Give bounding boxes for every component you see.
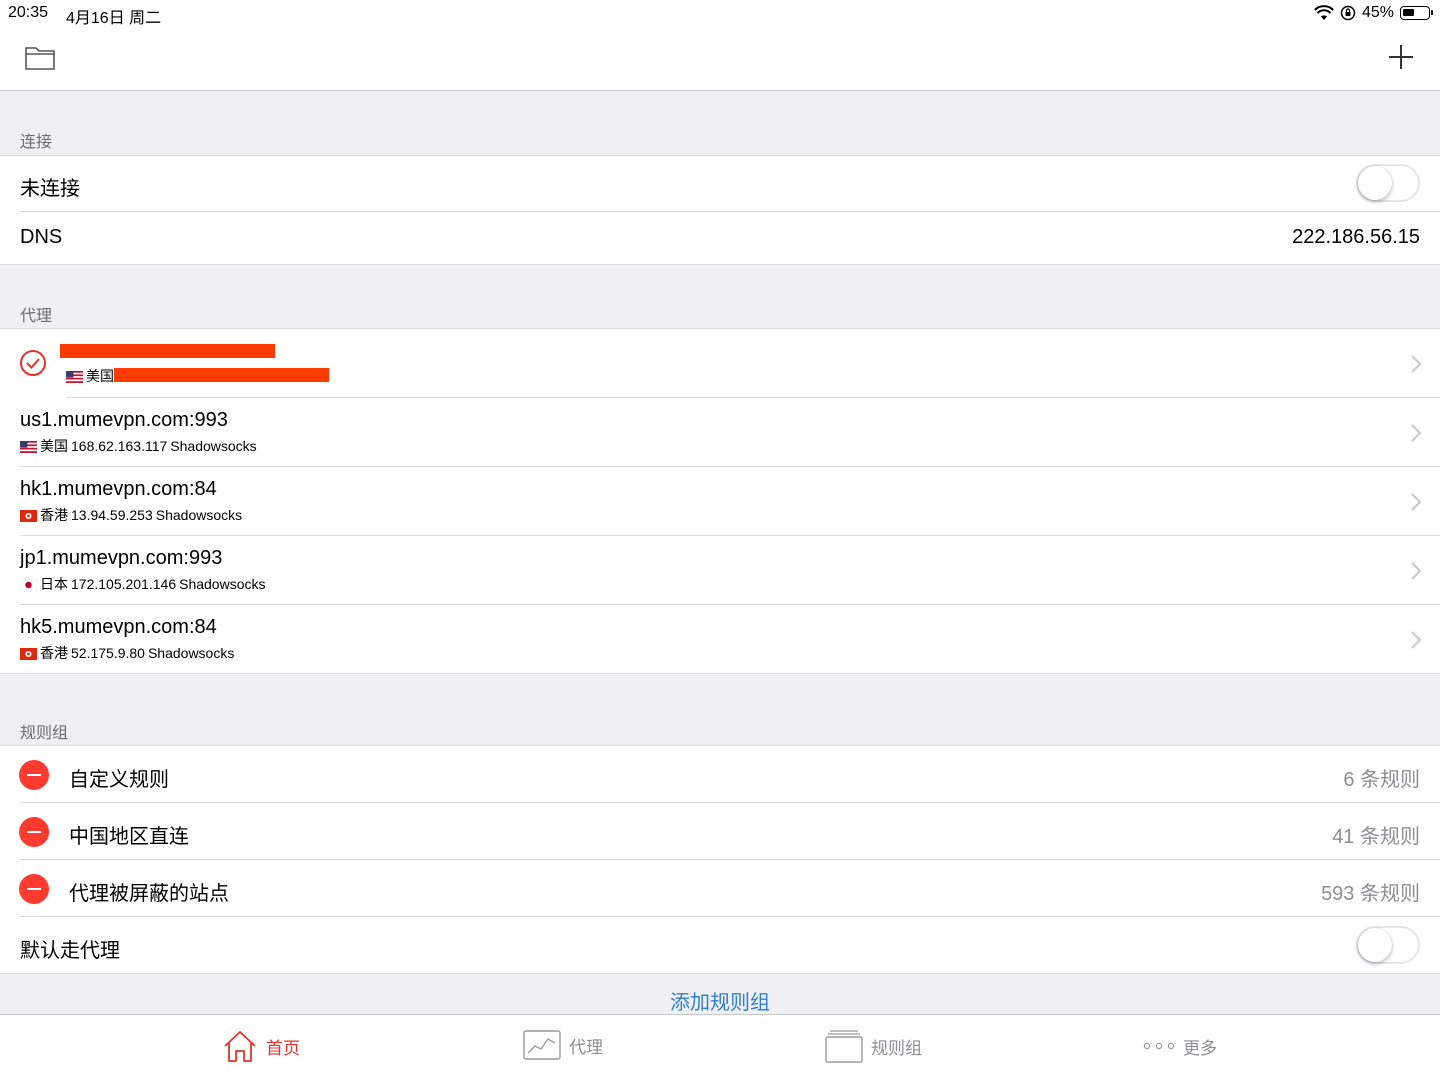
us-flag-icon: [66, 370, 83, 383]
rule-group-row[interactable]: 自定义规则 6 条规则: [0, 746, 1440, 803]
rule-group-count: 593 条规则: [1321, 883, 1420, 905]
proxy-title: jp1.mumevpn.com:993: [20, 547, 223, 569]
proxy-title: hk1.mumevpn.com:84: [20, 478, 217, 500]
section-header-proxy: 代理: [20, 308, 53, 325]
redacted-proxy-title: [60, 344, 275, 358]
proxy-row[interactable]: jp1.mumevpn.com:993 日本 172.105.201.146 S…: [0, 536, 1440, 605]
connection-group: 未连接 DNS 222.186.56.15: [0, 155, 1440, 265]
delete-icon[interactable]: [19, 874, 49, 904]
delete-icon[interactable]: [19, 760, 49, 790]
status-right: 45%: [1314, 4, 1433, 22]
tab-home[interactable]: 首页: [222, 1029, 300, 1063]
status-bar: 20:35 4月16日 周二 45%: [0, 0, 1440, 27]
add-rule-group-button[interactable]: 添加规则组: [0, 986, 1440, 1015]
proxy-subtitle: 美国: [66, 366, 114, 386]
proxy-subtitle: 香港 13.94.59.253 Shadowsocks: [20, 505, 242, 525]
more-icon: [1143, 1042, 1175, 1050]
proxy-region: 香港: [40, 645, 68, 661]
proxy-subtitle: 美国 168.62.163.117 Shadowsocks: [20, 436, 257, 456]
tab-label: 更多: [1183, 1038, 1217, 1058]
rule-group-count: 41 条规则: [1332, 826, 1420, 848]
proxy-title: hk5.mumevpn.com:84: [20, 616, 217, 638]
tab-rules[interactable]: 规则组: [825, 1029, 922, 1063]
wifi-icon: [1314, 5, 1334, 20]
battery-percent: 45%: [1361, 4, 1394, 21]
connection-status-label: 未连接: [20, 178, 80, 200]
chevron-right-icon: [1411, 493, 1422, 511]
checkmark-circle-icon: [20, 350, 46, 376]
folder-icon[interactable]: [24, 44, 56, 72]
battery-icon: [1400, 6, 1433, 20]
default-proxy-toggle[interactable]: [1356, 926, 1420, 964]
chevron-right-icon: [1411, 562, 1422, 580]
proxy-address: 168.62.163.117: [71, 438, 168, 454]
orientation-lock-icon: [1340, 5, 1356, 21]
proxy-type: Shadowsocks: [147, 645, 235, 661]
tab-label: 规则组: [871, 1038, 922, 1058]
hk-flag-icon: [20, 509, 37, 522]
proxy-title: us1.mumevpn.com:993: [20, 409, 228, 431]
add-icon[interactable]: [1386, 42, 1416, 72]
tab-label: 首页: [266, 1038, 300, 1058]
section-header-rules: 规则组: [20, 725, 69, 742]
rule-group-name: 中国地区直连: [69, 826, 189, 848]
dns-row[interactable]: DNS 222.186.56.15: [0, 212, 1440, 264]
delete-icon[interactable]: [19, 817, 49, 847]
proxy-address: 52.175.9.80: [71, 645, 145, 661]
jp-flag-icon: [19, 578, 38, 592]
rule-group-row[interactable]: 代理被屏蔽的站点 593 条规则: [0, 860, 1440, 917]
tab-more[interactable]: 更多: [1143, 1029, 1217, 1063]
default-proxy-row: 默认走代理: [0, 917, 1440, 973]
tab-bar: 首页 代理 规则组 更多: [0, 1014, 1440, 1080]
chevron-right-icon: [1411, 355, 1422, 373]
rule-group-count: 6 条规则: [1343, 769, 1420, 791]
proxy-region: 香港: [40, 507, 68, 523]
tab-proxy[interactable]: 代理: [523, 1029, 603, 1061]
rules-group: 自定义规则 6 条规则 中国地区直连 41 条规则 代理被屏蔽的站点 593 条…: [0, 745, 1440, 974]
rule-group-name: 代理被屏蔽的站点: [69, 883, 229, 905]
dns-label: DNS: [20, 226, 63, 248]
proxy-row-selected[interactable]: 美国: [0, 329, 1440, 398]
connection-toggle[interactable]: [1356, 164, 1420, 202]
navigation-bar: [0, 26, 1440, 91]
proxy-address: 13.94.59.253: [71, 507, 153, 523]
stack-icon: [825, 1030, 863, 1063]
status-date: 4月16日 周二: [66, 10, 162, 27]
default-proxy-label: 默认走代理: [20, 940, 120, 962]
proxy-group: 美国 us1.mumevpn.com:993 美国 168.62.163.117…: [0, 328, 1440, 674]
tab-label: 代理: [569, 1037, 603, 1057]
proxy-region: 日本: [40, 576, 68, 592]
proxy-type: Shadowsocks: [170, 438, 257, 454]
proxy-region: 美国: [86, 368, 114, 384]
section-header-connection: 连接: [20, 134, 53, 151]
proxy-row[interactable]: us1.mumevpn.com:993 美国 168.62.163.117 Sh…: [0, 398, 1440, 467]
proxy-type: Shadowsocks: [179, 576, 266, 592]
proxy-subtitle: 日本 172.105.201.146 Shadowsocks: [19, 574, 266, 594]
connection-status-row: 未连接: [0, 156, 1440, 212]
status-time: 20:35: [8, 4, 49, 21]
chevron-right-icon: [1411, 424, 1422, 442]
hk-flag-icon: [20, 647, 37, 660]
proxy-row[interactable]: hk1.mumevpn.com:84 香港 13.94.59.253 Shado…: [0, 467, 1440, 536]
us-flag-icon: [20, 440, 37, 453]
rule-group-row[interactable]: 中国地区直连 41 条规则: [0, 803, 1440, 860]
dns-value: 222.186.56.15: [1292, 226, 1420, 248]
chart-icon: [523, 1030, 561, 1060]
redacted-proxy-address: [114, 368, 329, 382]
chevron-right-icon: [1411, 631, 1422, 649]
proxy-row[interactable]: hk5.mumevpn.com:84 香港 52.175.9.80 Shadow…: [0, 605, 1440, 673]
proxy-subtitle: 香港 52.175.9.80 Shadowsocks: [20, 643, 234, 663]
home-icon: [224, 1031, 256, 1062]
rule-group-name: 自定义规则: [69, 769, 169, 791]
proxy-region: 美国: [40, 438, 68, 454]
proxy-type: Shadowsocks: [155, 507, 243, 523]
proxy-address: 172.105.201.146: [71, 576, 177, 592]
